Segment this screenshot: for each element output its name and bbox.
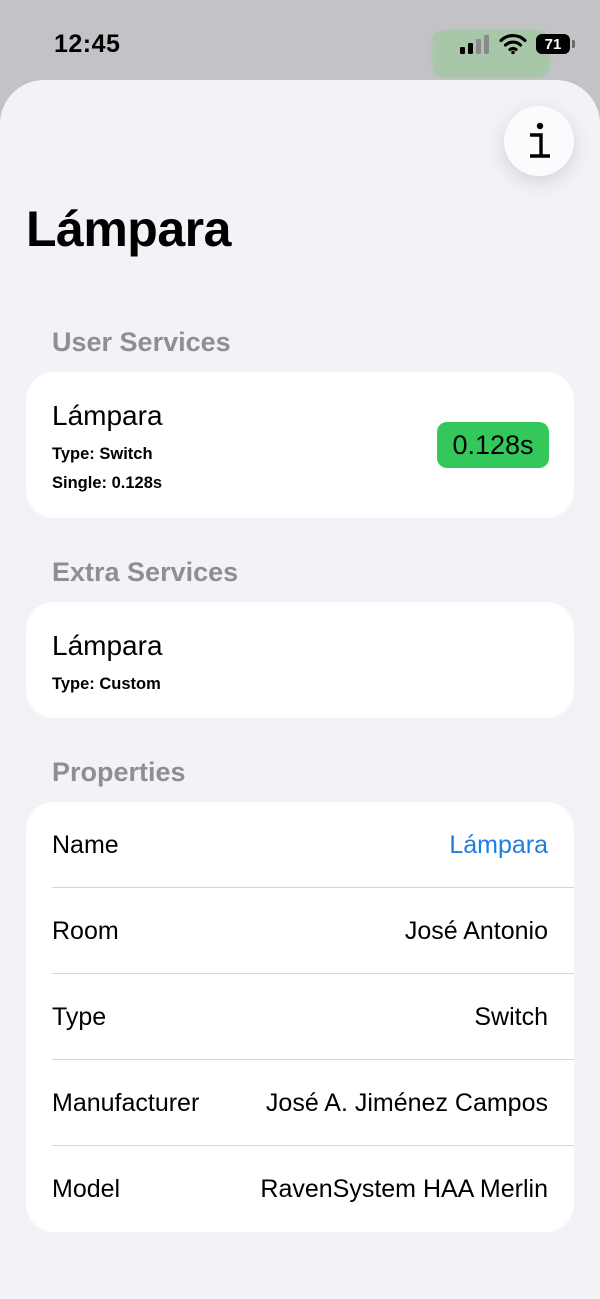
service-name: Lámpara <box>52 400 163 431</box>
service-type: Type: Switch <box>52 445 153 463</box>
accessory-detail-sheet: Lámpara User Services Lámpara Type: Swit… <box>0 80 600 1299</box>
status-time: 12:45 <box>54 30 121 58</box>
battery-level: 71 <box>544 35 562 53</box>
info-button[interactable] <box>504 106 574 176</box>
property-label: Type <box>52 1002 107 1031</box>
property-label: Name <box>52 830 119 859</box>
property-row-room: Room José Antonio <box>52 888 548 974</box>
user-service-card[interactable]: Lámpara Type: Switch Single: 0.128s 0.12… <box>26 372 574 518</box>
property-value: José Antonio <box>404 916 548 945</box>
property-value: José A. Jiménez Campos <box>265 1088 548 1117</box>
property-row-name[interactable]: Name Lámpara <box>52 802 548 888</box>
property-row-manufacturer: Manufacturer José A. Jiménez Campos <box>52 1060 548 1146</box>
property-label: Model <box>52 1174 121 1203</box>
property-value: RavenSystem HAA Merlin <box>260 1174 548 1203</box>
property-label: Room <box>52 916 119 945</box>
service-timing: Single: 0.128s <box>52 474 163 492</box>
section-header-extra-services: Extra Services <box>52 557 239 587</box>
wifi-icon <box>499 33 527 55</box>
property-label: Manufacturer <box>52 1088 200 1117</box>
extra-service-card[interactable]: Lámpara Type: Custom <box>26 602 574 718</box>
status-badge: 0.128s <box>437 422 549 468</box>
section-header-properties: Properties <box>52 757 186 787</box>
section-header-user-services: User Services <box>52 327 231 357</box>
battery-icon: 71 <box>536 34 575 54</box>
service-name: Lámpara <box>52 630 163 661</box>
properties-card: Name Lámpara Room José Antonio Type Swit… <box>26 802 574 1232</box>
property-row-type: Type Switch <box>52 974 548 1060</box>
property-value-link[interactable]: Lámpara <box>449 831 548 860</box>
service-type: Type: Custom <box>52 675 161 693</box>
property-row-model: Model RavenSystem HAA Merlin <box>52 1146 548 1232</box>
info-icon <box>530 122 550 158</box>
property-value: Switch <box>474 1002 548 1031</box>
cellular-signal-icon <box>460 35 489 54</box>
page-title: Lámpara <box>26 201 231 257</box>
status-icons: 71 <box>460 33 575 55</box>
